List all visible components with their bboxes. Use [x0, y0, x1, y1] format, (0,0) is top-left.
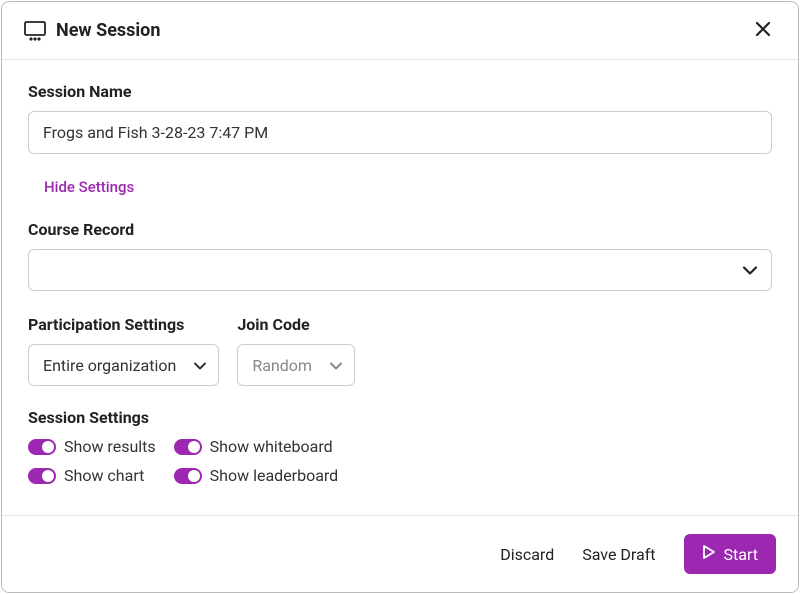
modal-body: Session Name Hide Settings Course Record…: [2, 60, 798, 515]
hide-settings-button[interactable]: Hide Settings: [44, 178, 134, 196]
participation-select-wrap: Entire organization: [28, 344, 219, 386]
join-code-col: Join Code Random: [237, 315, 355, 386]
show-whiteboard-label: Show whiteboard: [210, 437, 333, 456]
header-left: New Session: [24, 20, 160, 41]
course-record-select-wrap: [28, 249, 772, 291]
close-icon: [754, 20, 772, 41]
start-button[interactable]: Start: [684, 534, 776, 574]
session-name-input[interactable]: [28, 111, 772, 154]
toggle-show-results: Show results: [28, 437, 156, 456]
show-leaderboard-toggle[interactable]: [174, 468, 202, 484]
course-record-section: Course Record: [28, 220, 772, 291]
session-icon: [24, 21, 46, 41]
join-code-select-wrap: Random: [237, 344, 355, 386]
show-chart-label: Show chart: [64, 466, 144, 485]
save-draft-button[interactable]: Save Draft: [582, 545, 655, 564]
join-code-select[interactable]: Random: [237, 344, 355, 386]
participation-select[interactable]: Entire organization: [28, 344, 219, 386]
toggle-show-chart: Show chart: [28, 466, 156, 485]
session-settings-section: Session Settings Show results Show white…: [28, 408, 772, 485]
play-icon: [702, 544, 716, 564]
toggle-show-whiteboard: Show whiteboard: [174, 437, 339, 456]
show-chart-toggle[interactable]: [28, 468, 56, 484]
modal-footer: Discard Save Draft Start: [2, 515, 798, 592]
session-settings-label: Session Settings: [28, 408, 772, 427]
join-code-label: Join Code: [237, 315, 355, 334]
close-button[interactable]: [750, 16, 776, 45]
modal-title: New Session: [56, 20, 160, 41]
show-whiteboard-toggle[interactable]: [174, 439, 202, 455]
participation-join-row: Participation Settings Entire organizati…: [28, 315, 772, 386]
discard-button[interactable]: Discard: [500, 545, 554, 564]
toggles-grid: Show results Show whiteboard Show chart …: [28, 437, 338, 485]
start-button-label: Start: [724, 545, 758, 564]
session-name-label: Session Name: [28, 82, 772, 101]
course-record-label: Course Record: [28, 220, 772, 239]
modal-header: New Session: [2, 2, 798, 60]
show-results-toggle[interactable]: [28, 439, 56, 455]
show-results-label: Show results: [64, 437, 156, 456]
participation-col: Participation Settings Entire organizati…: [28, 315, 219, 386]
show-leaderboard-label: Show leaderboard: [210, 466, 339, 485]
participation-label: Participation Settings: [28, 315, 219, 334]
toggle-show-leaderboard: Show leaderboard: [174, 466, 339, 485]
new-session-modal: New Session Session Name Hide Settings C…: [1, 1, 799, 593]
course-record-select[interactable]: [28, 249, 772, 291]
